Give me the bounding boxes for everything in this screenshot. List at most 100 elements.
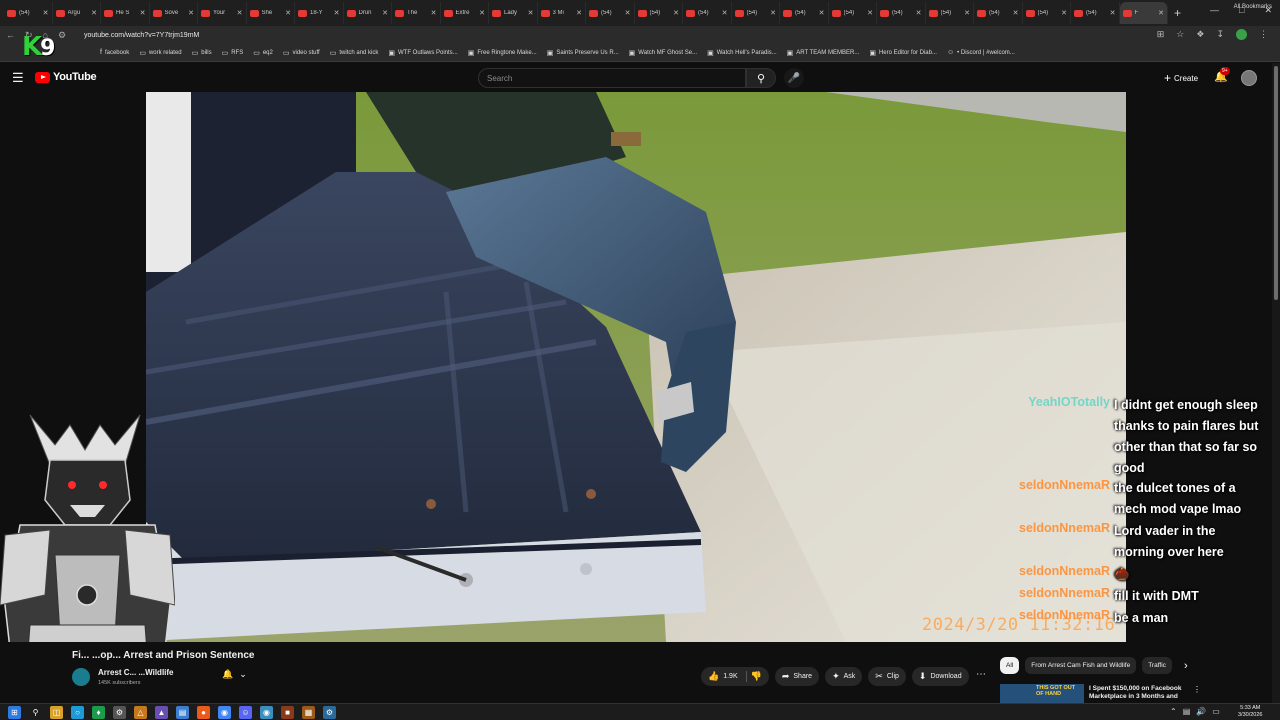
browser-tab[interactable]: (54) ✕ — [683, 2, 732, 24]
bookmark-item[interactable]: ☺ • Discord | #welcom... — [947, 49, 1015, 56]
tab-close-icon[interactable]: ✕ — [140, 9, 146, 17]
account-avatar[interactable] — [1241, 70, 1257, 86]
tab-close-icon[interactable]: ✕ — [188, 9, 194, 17]
profile-icon[interactable] — [1236, 29, 1247, 42]
all-bookmarks[interactable]: All Bookmarks — [1234, 4, 1272, 10]
bookmark-item[interactable]: ▭ eq2 — [253, 49, 273, 57]
youtube-logo[interactable]: YouTube — [35, 71, 97, 83]
bookmark-item[interactable]: ▭ bills — [192, 49, 212, 57]
scrollbar-thumb[interactable] — [1274, 66, 1278, 300]
bookmark-item[interactable]: ▣ WTF Outlaws Points... — [388, 49, 457, 57]
ask-button[interactable]: ✦ Ask — [825, 667, 863, 686]
browser-tab[interactable]: (54) ✕ — [635, 2, 683, 24]
windows-start-icon[interactable]: ⊞ — [8, 706, 21, 719]
tab-close-icon[interactable]: ✕ — [964, 9, 970, 17]
tab-close-icon[interactable]: ✕ — [528, 9, 534, 17]
browser-tab[interactable]: He S ✕ — [101, 2, 150, 24]
tab-close-icon[interactable]: ✕ — [479, 9, 485, 17]
thumbs-down-icon[interactable]: 👎 — [751, 671, 762, 682]
channel-name[interactable]: Arrest C... ...Wildlife — [98, 668, 174, 677]
bookmark-star-icon[interactable]: ☆ — [1176, 29, 1184, 42]
browser-tab[interactable]: 18-Y ✕ — [295, 2, 344, 24]
more-actions-icon[interactable]: ⋯ — [976, 669, 986, 680]
recommended-thumbnail[interactable]: THIS GOT OUT OF HAND — [1000, 684, 1084, 703]
tab-close-icon[interactable]: ✕ — [770, 9, 776, 17]
browser-tab[interactable]: The ✕ — [392, 2, 441, 24]
tab-close-icon[interactable]: ✕ — [1110, 9, 1116, 17]
network-icon[interactable]: ▤ — [1183, 707, 1191, 716]
calendar-icon[interactable]: ▤ — [176, 706, 189, 719]
like-button[interactable]: 👍 1.9K 👎 — [701, 667, 769, 686]
tab-close-icon[interactable]: ✕ — [673, 9, 679, 17]
volume-icon[interactable]: 🔊 — [1196, 707, 1206, 716]
bookmark-item[interactable]: f facebook — [100, 49, 129, 56]
extensions-icon[interactable]: ❖ — [1196, 29, 1204, 42]
firefox-icon[interactable]: ● — [197, 706, 210, 719]
filter-chip[interactable]: From Arrest Cam Fish and Wildlife — [1025, 657, 1137, 674]
voice-search-button[interactable]: 🎤 — [784, 68, 804, 88]
tab-close-icon[interactable]: ✕ — [237, 9, 243, 17]
notifications-button[interactable]: 🔔 9+ — [1214, 67, 1230, 83]
tab-close-icon[interactable]: ✕ — [43, 9, 49, 17]
browser-tab[interactable]: She ✕ — [247, 2, 295, 24]
terminal-icon[interactable]: ○ — [71, 706, 84, 719]
browser-tab[interactable]: Lady ✕ — [489, 2, 538, 24]
battery-icon[interactable]: ▭ — [1212, 707, 1220, 716]
search-button[interactable]: ⚲ — [746, 68, 776, 88]
chrome-icon[interactable]: ◉ — [218, 706, 231, 719]
download-button[interactable]: ⬇ Download — [911, 667, 969, 686]
browser-tab[interactable]: (54) ✕ — [732, 2, 780, 24]
bookmark-item[interactable]: ▭ work related — [139, 49, 181, 57]
bookmark-item[interactable]: ▣ Saints Preserve Us R... — [547, 49, 619, 57]
browser-tab[interactable]: F ✕ — [1119, 2, 1168, 24]
bookmark-item[interactable]: ▣ ART TEAM MEMBER... — [787, 49, 860, 57]
hamburger-menu-icon[interactable]: ☰ — [12, 70, 24, 86]
discord-icon[interactable]: ☺ — [239, 706, 252, 719]
browser-tab[interactable]: (54) ✕ — [1023, 2, 1071, 24]
tab-close-icon[interactable]: ✕ — [576, 9, 582, 17]
minimize-icon[interactable]: — — [1210, 5, 1219, 16]
browser-tab[interactable]: Sove ✕ — [150, 2, 198, 24]
new-tab-icon[interactable]: + — [1174, 6, 1181, 20]
tab-close-icon[interactable]: ✕ — [285, 9, 291, 17]
clip-button[interactable]: ✂ Clip — [868, 667, 906, 686]
editor-icon[interactable]: ▲ — [155, 706, 168, 719]
tab-close-icon[interactable]: ✕ — [431, 9, 437, 17]
share-button[interactable]: ➦ Share — [774, 667, 820, 686]
browser-tab[interactable]: (54) ✕ — [829, 2, 877, 24]
search-icon[interactable]: ⚲ — [29, 706, 42, 719]
browser-tab[interactable]: (54) ✕ — [4, 2, 53, 24]
bookmark-item[interactable]: ▭ RFS — [222, 49, 244, 57]
bookmark-item[interactable]: ▣ Hero Editor for Diab... — [869, 49, 937, 57]
taskbar-clock[interactable]: 5:33 AM 3/30/2026 — [1238, 705, 1262, 719]
browser-alt-icon[interactable]: ◉ — [260, 706, 273, 719]
tab-close-icon[interactable]: ✕ — [1013, 9, 1019, 17]
games-icon[interactable]: ♦ — [92, 706, 105, 719]
video-player[interactable] — [146, 92, 1126, 642]
channel-avatar[interactable] — [72, 668, 90, 686]
browser-tab[interactable]: (54) ✕ — [586, 2, 635, 24]
tab-close-icon[interactable]: ✕ — [916, 9, 922, 17]
filter-chip[interactable]: Traffic — [1142, 657, 1172, 674]
browser-tab[interactable]: Extre ✕ — [441, 2, 489, 24]
bookmark-item[interactable]: ▭ video stuff — [283, 49, 320, 57]
install-icon[interactable]: ⊞ — [1157, 29, 1165, 42]
tab-close-icon[interactable]: ✕ — [91, 9, 97, 17]
create-button[interactable]: + Create — [1158, 69, 1204, 87]
back-icon[interactable]: ← — [6, 30, 15, 41]
tab-close-icon[interactable]: ✕ — [625, 9, 631, 17]
chevron-right-icon[interactable]: › — [1184, 660, 1188, 672]
game-launcher-icon[interactable]: ■ — [281, 706, 294, 719]
tab-close-icon[interactable]: ✕ — [819, 9, 825, 17]
site-info-icon[interactable]: ⚙ — [58, 30, 66, 41]
browser-tab[interactable]: (54) ✕ — [926, 2, 974, 24]
recommended-more-icon[interactable]: ⋮ — [1193, 685, 1201, 694]
tab-close-icon[interactable]: ✕ — [867, 9, 873, 17]
downloads-icon[interactable]: ↧ — [1216, 29, 1224, 42]
recommended-title[interactable]: I Spent $150,000 on Facebook Marketplace… — [1089, 685, 1189, 701]
bookmark-item[interactable]: ▭ twitch and kick — [330, 49, 379, 57]
browser-tab[interactable]: Drun ✕ — [344, 2, 392, 24]
search-input[interactable]: Search — [478, 68, 746, 88]
browser-tab[interactable]: (54) ✕ — [877, 2, 926, 24]
browser-tab[interactable]: Argu ✕ — [53, 2, 101, 24]
